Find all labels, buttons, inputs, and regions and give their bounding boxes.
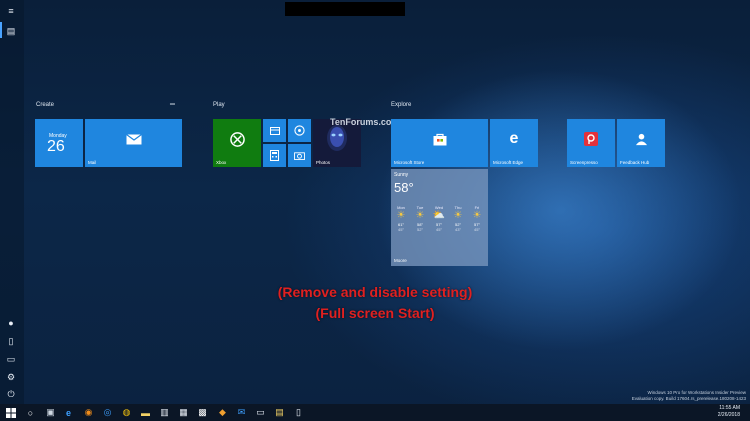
microsoft-edge-tile[interactable]: e Microsoft Edge	[490, 119, 538, 167]
documents-icon[interactable]: ▯	[4, 334, 18, 348]
calendar-tile[interactable]: Monday 26	[35, 119, 83, 167]
music-disc-icon	[288, 119, 311, 142]
xbox-label: Xbox	[216, 160, 227, 165]
user-avatar-icon[interactable]: ●	[4, 316, 18, 330]
app-taskbar-icon[interactable]: ◆	[216, 406, 229, 419]
calendar-date: 26	[47, 138, 65, 155]
app-taskbar-icon[interactable]: ▦	[177, 406, 190, 419]
tiles-view-icon[interactable]: ▤	[4, 24, 18, 38]
app-taskbar-icon[interactable]: ▭	[254, 406, 267, 419]
edge-icon: e	[509, 130, 519, 147]
xbox-icon	[213, 119, 261, 159]
mail-icon	[85, 119, 182, 159]
group-title-create[interactable]: Create	[36, 102, 54, 108]
sun-icon: ☀	[453, 210, 463, 221]
xbox-tile[interactable]: Xbox	[213, 119, 261, 167]
camera-tile[interactable]	[288, 144, 311, 167]
tenforums-watermark: TenForums.co	[330, 117, 392, 127]
film-icon	[263, 119, 286, 142]
group-title-explore[interactable]: Explore	[391, 102, 411, 108]
mail-tile[interactable]: Mail	[85, 119, 182, 167]
ie-taskbar-icon[interactable]: ◎	[101, 406, 114, 419]
app-taskbar-icon[interactable]: ▯	[292, 406, 305, 419]
feedback-hub-tile[interactable]: Feedback Hub	[617, 119, 665, 167]
pictures-icon[interactable]: ▭	[4, 352, 18, 366]
calculator-tile[interactable]	[263, 144, 286, 167]
app-taskbar-icon[interactable]: ▥	[158, 406, 171, 419]
photos-label: Photos	[316, 160, 331, 165]
notes-taskbar-icon[interactable]: ▤	[273, 406, 286, 419]
task-view-icon[interactable]: ▣	[44, 406, 57, 419]
screenpresso-label: Screenpresso	[570, 160, 598, 165]
store-taskbar-icon[interactable]: ▩	[196, 406, 209, 419]
windows-evaluation-watermark: Windows 10 Pro for Workstations Insider …	[631, 390, 746, 401]
sun-icon: ☀	[472, 210, 482, 221]
group-title-play[interactable]: Play	[213, 102, 225, 108]
title-bar-redacted	[285, 2, 405, 16]
power-icon[interactable]: ⏻	[4, 387, 18, 401]
start-button-icon[interactable]	[4, 406, 17, 419]
weather-temperature: 58°	[394, 180, 414, 195]
start-left-rail: ≡ ▤ ● ▯ ▭ ⚙ ⏻	[0, 0, 24, 404]
partly-cloudy-icon: ⛅	[432, 210, 446, 221]
forecast-day: Fri ☀ 57° 45°	[469, 205, 485, 232]
microsoft-store-tile[interactable]: Microsoft Store	[391, 119, 488, 167]
system-clock[interactable]: 11:55 AM 2/26/2018	[718, 405, 740, 419]
feedback-hub-icon	[617, 119, 665, 159]
group-menu-icon[interactable]: ═	[170, 101, 175, 108]
calculator-icon	[263, 144, 286, 167]
forecast-day: Mon ☀ 61° 45°	[393, 205, 409, 232]
hamburger-menu-icon[interactable]: ≡	[4, 4, 18, 18]
edge-label: Microsoft Edge	[493, 160, 524, 165]
mail-taskbar-icon[interactable]: ✉	[235, 406, 248, 419]
settings-gear-icon[interactable]: ⚙	[4, 370, 18, 384]
store-label: Microsoft Store	[394, 160, 425, 165]
annotation-line-2: (Full screen Start)	[315, 305, 435, 321]
weather-condition: Sunny	[394, 172, 409, 178]
store-bag-icon	[391, 119, 488, 159]
forecast-day: Thu ☀ 52° 43°	[450, 205, 466, 232]
sun-icon: ☀	[396, 210, 406, 221]
screenpresso-tile[interactable]: Screenpresso	[567, 119, 615, 167]
edge-taskbar-icon[interactable]: e	[62, 406, 75, 419]
camera-icon	[288, 144, 311, 167]
weather-location: Moore	[394, 258, 407, 263]
feedback-hub-label: Feedback Hub	[620, 160, 650, 165]
annotation-line-1: (Remove and disable setting)	[277, 284, 473, 300]
sun-icon: ☀	[415, 210, 425, 221]
forecast-day: Wed ⛅ 57° 45°	[432, 205, 446, 232]
screenpresso-icon	[567, 119, 615, 159]
groove-music-tile[interactable]	[288, 119, 311, 142]
firefox-taskbar-icon[interactable]: ◉	[82, 406, 95, 419]
forecast-day: Tue ☀ 58° 52°	[412, 205, 428, 232]
taskbar: ○ ▣ e ◉ ◎ ◍ ▬ ▥ ▦ ▩ ◆ ✉ ▭ ▤ ▯	[0, 404, 750, 421]
file-explorer-icon[interactable]: ▬	[139, 406, 152, 419]
movies-tile[interactable]	[263, 119, 286, 142]
mail-label: Mail	[88, 160, 97, 165]
weather-tile[interactable]: Sunny 58° Mon ☀ 61° 45° Tue ☀ 58° 52° We…	[391, 169, 488, 266]
cortana-circle-icon[interactable]: ○	[24, 406, 37, 419]
selected-indicator	[0, 22, 2, 38]
chrome-taskbar-icon[interactable]: ◍	[120, 406, 133, 419]
